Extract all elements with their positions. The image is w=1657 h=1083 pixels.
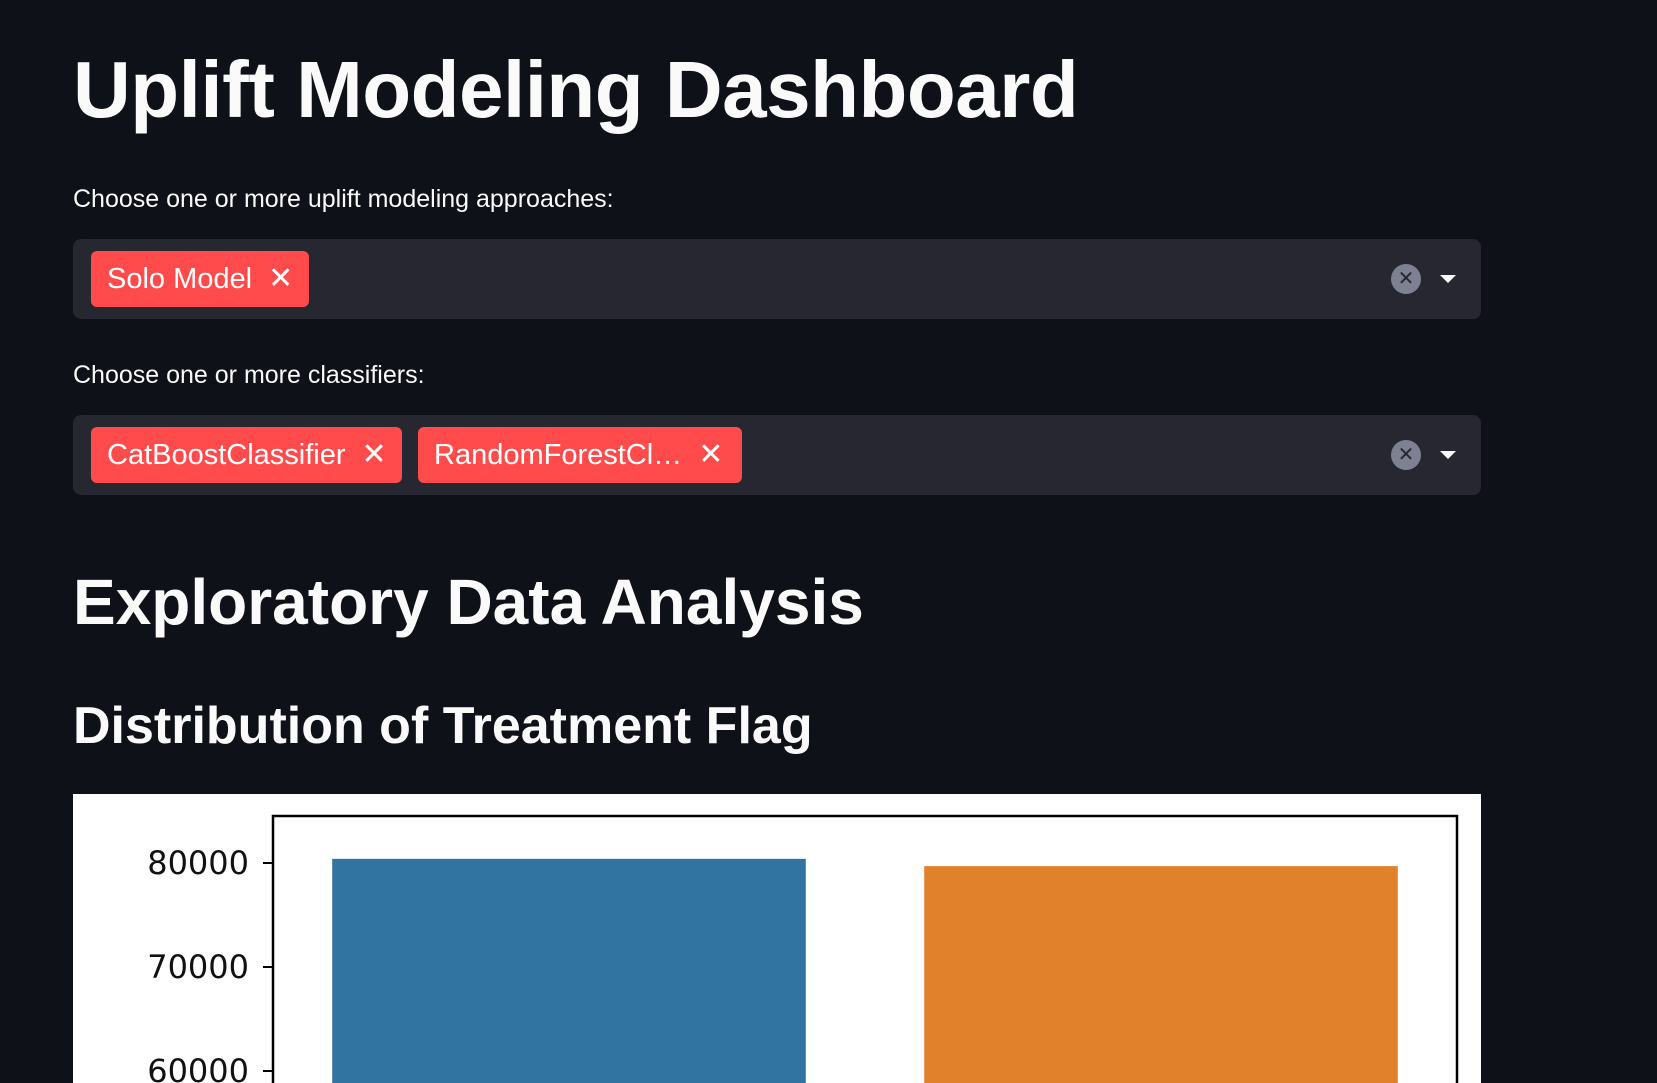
y-tick-label: 70000: [147, 948, 249, 986]
y-tick-label: 80000: [147, 844, 249, 882]
tag-solo-model: Solo Model ✕: [91, 251, 310, 307]
chevron-down-icon[interactable]: [1440, 275, 1456, 283]
subsection-heading: Distribution of Treatment Flag: [73, 697, 813, 755]
y-tick-label: 60000: [147, 1052, 249, 1083]
section-heading: Exploratory Data Analysis: [73, 566, 864, 638]
tag-randomforest: RandomForestCl… ✕: [418, 427, 742, 483]
remove-tag-icon[interactable]: ✕: [698, 427, 723, 483]
approach-select-label: Choose one or more uplift modeling appro…: [73, 185, 614, 213]
approach-multiselect[interactable]: Solo Model ✕ ✕: [73, 239, 1481, 319]
tag-label: CatBoostClassifier: [107, 439, 346, 471]
tag-label: RandomForestCl…: [434, 439, 683, 471]
classifier-multiselect[interactable]: CatBoostClassifier ✕ RandomForestCl… ✕ ✕: [73, 415, 1481, 495]
close-circle-icon[interactable]: ✕: [1391, 440, 1421, 470]
page-title: Uplift Modeling Dashboard: [73, 45, 1079, 134]
bar-chart-svg: 60000 70000 80000: [147, 814, 1459, 1083]
close-circle-icon[interactable]: ✕: [1391, 264, 1421, 294]
bar-1: [924, 866, 1398, 1083]
classifier-select-label: Choose one or more classifiers:: [73, 361, 425, 389]
remove-tag-icon[interactable]: ✕: [362, 427, 387, 483]
bar-0: [332, 858, 806, 1083]
remove-tag-icon[interactable]: ✕: [268, 251, 293, 307]
tag-catboost: CatBoostClassifier ✕: [91, 427, 402, 483]
tag-label: Solo Model: [107, 263, 253, 295]
treatment-flag-chart: 60000 70000 80000: [73, 794, 1481, 1083]
chevron-down-icon[interactable]: [1440, 451, 1456, 459]
